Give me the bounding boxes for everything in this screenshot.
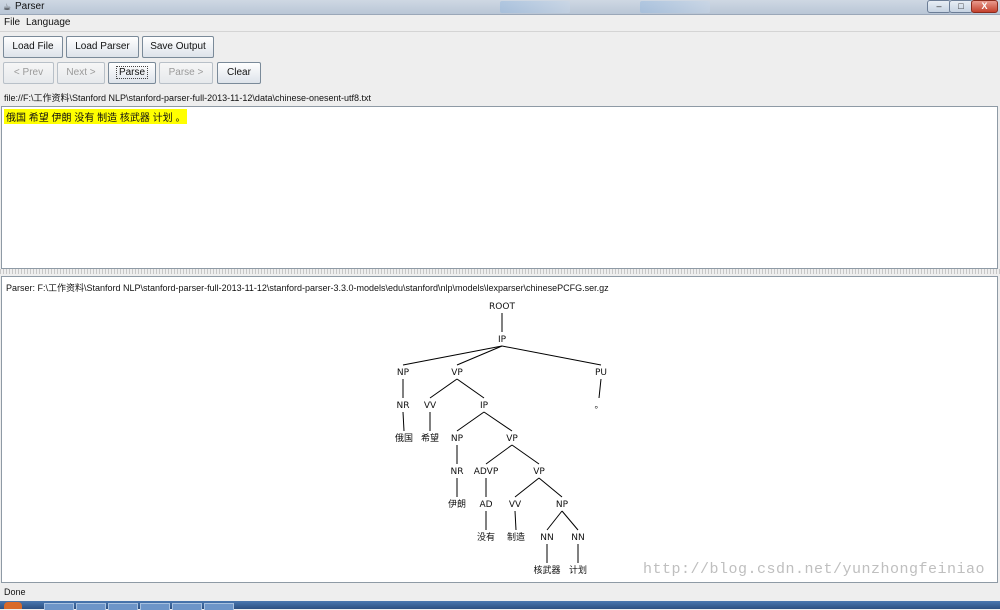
tree-node-ip2: IP [480, 401, 489, 411]
tree-node-w_yilang: 伊朗 [448, 498, 466, 510]
menu-language[interactable]: Language [26, 17, 71, 28]
tree-edge [511, 444, 540, 465]
file-path-label: file://F:\工作资料\Stanford NLP\stanford-par… [4, 93, 372, 103]
tree-node-w_eguo: 俄国 [395, 432, 413, 444]
tree-node-vv2: VV [509, 500, 522, 510]
tree-edge [402, 411, 405, 432]
tree-edge [598, 378, 602, 399]
tree-edge [456, 378, 485, 399]
tree-node-w_jihua: 计划 [569, 564, 587, 576]
titlebar-glass-decoration [500, 1, 570, 13]
tree-node-w_meiyou: 没有 [477, 531, 495, 543]
status-bar: Done [0, 584, 1000, 601]
tree-edge [483, 411, 513, 432]
tree-edge [514, 510, 517, 531]
tree-node-nn1: NN [540, 533, 553, 543]
tree-edge [456, 345, 503, 366]
split-pane-divider[interactable] [0, 269, 1000, 274]
load-parser-button[interactable]: Load Parser [66, 36, 139, 58]
window-titlebar: ☕ Parser – □ X [0, 0, 1000, 15]
tree-edge [429, 378, 458, 399]
menu-bar: File Language [0, 15, 1000, 32]
tree-node-nr1: NR [397, 401, 410, 411]
tree-node-np2: NP [451, 434, 464, 444]
tree-edge [514, 477, 540, 498]
tree-node-w_zhizao: 制造 [507, 531, 525, 543]
tree-node-vv1: VV [424, 401, 437, 411]
tree-edge [561, 510, 579, 531]
tree-node-nn2: NN [571, 533, 584, 543]
start-orb-icon[interactable] [4, 602, 22, 609]
clear-button[interactable]: Clear [217, 62, 261, 84]
tree-node-root: ROOT [489, 302, 515, 312]
tree-node-w_hewuqi: 核武器 [533, 564, 560, 576]
tree-edge [538, 477, 563, 498]
parse-tree: ROOT IP NP VP PU NR VV IP 。俄国 希望 NP VP NR ADVP VP 伊朗 AD V… [395, 302, 607, 576]
tree-node-advp: ADVP [474, 467, 499, 477]
tree-edge [485, 444, 513, 465]
input-text-area[interactable]: 俄国 希望 伊朗 没有 制造 核武器 计划 。 [1, 106, 998, 269]
parse-tree-panel: Parser: F:\工作资料\Stanford NLP\stanford-pa… [1, 276, 998, 583]
watermark: http://blog.csdn.net/yunzhongfeiniao [642, 561, 985, 578]
status-text: Done [4, 587, 26, 597]
tree-node-np1: NP [397, 368, 410, 378]
tree-node-vp2: VP [506, 434, 518, 444]
tree-node-w_pu: 。 [594, 401, 603, 411]
tree-node-ad: AD [479, 500, 492, 510]
tree-edge [501, 345, 602, 366]
tree-node-pu: PU [595, 368, 607, 378]
titlebar-glass-decoration [640, 1, 710, 13]
maximize-button[interactable]: □ [949, 0, 973, 13]
parse-button[interactable]: Parse [108, 62, 156, 84]
tree-node-np3: NP [556, 500, 569, 510]
tree-edge [546, 510, 563, 531]
menu-file[interactable]: File [4, 17, 20, 28]
window-title: Parser [15, 1, 45, 12]
load-file-button[interactable]: Load File [3, 36, 63, 58]
tree-node-vp3: VP [533, 467, 545, 477]
tree-node-nr2: NR [451, 467, 464, 477]
tree-edge [456, 411, 485, 432]
java-cup-icon: ☕ [2, 2, 12, 12]
next-button[interactable]: Next > [57, 62, 105, 84]
save-output-button[interactable]: Save Output [142, 36, 214, 58]
tree-node-vp1: VP [451, 368, 463, 378]
tree-edge [402, 345, 503, 366]
tree-node-w_xiwang: 希望 [421, 432, 439, 444]
tree-node-ip1: IP [498, 335, 507, 345]
minimize-button[interactable]: – [927, 0, 951, 13]
os-taskbar [0, 601, 1000, 610]
prev-button[interactable]: < Prev [3, 62, 54, 84]
parse-next-button[interactable]: Parse > [159, 62, 213, 84]
highlighted-sentence[interactable]: 俄国 希望 伊朗 没有 制造 核武器 计划 。 [4, 109, 188, 124]
close-button[interactable]: X [971, 0, 998, 13]
